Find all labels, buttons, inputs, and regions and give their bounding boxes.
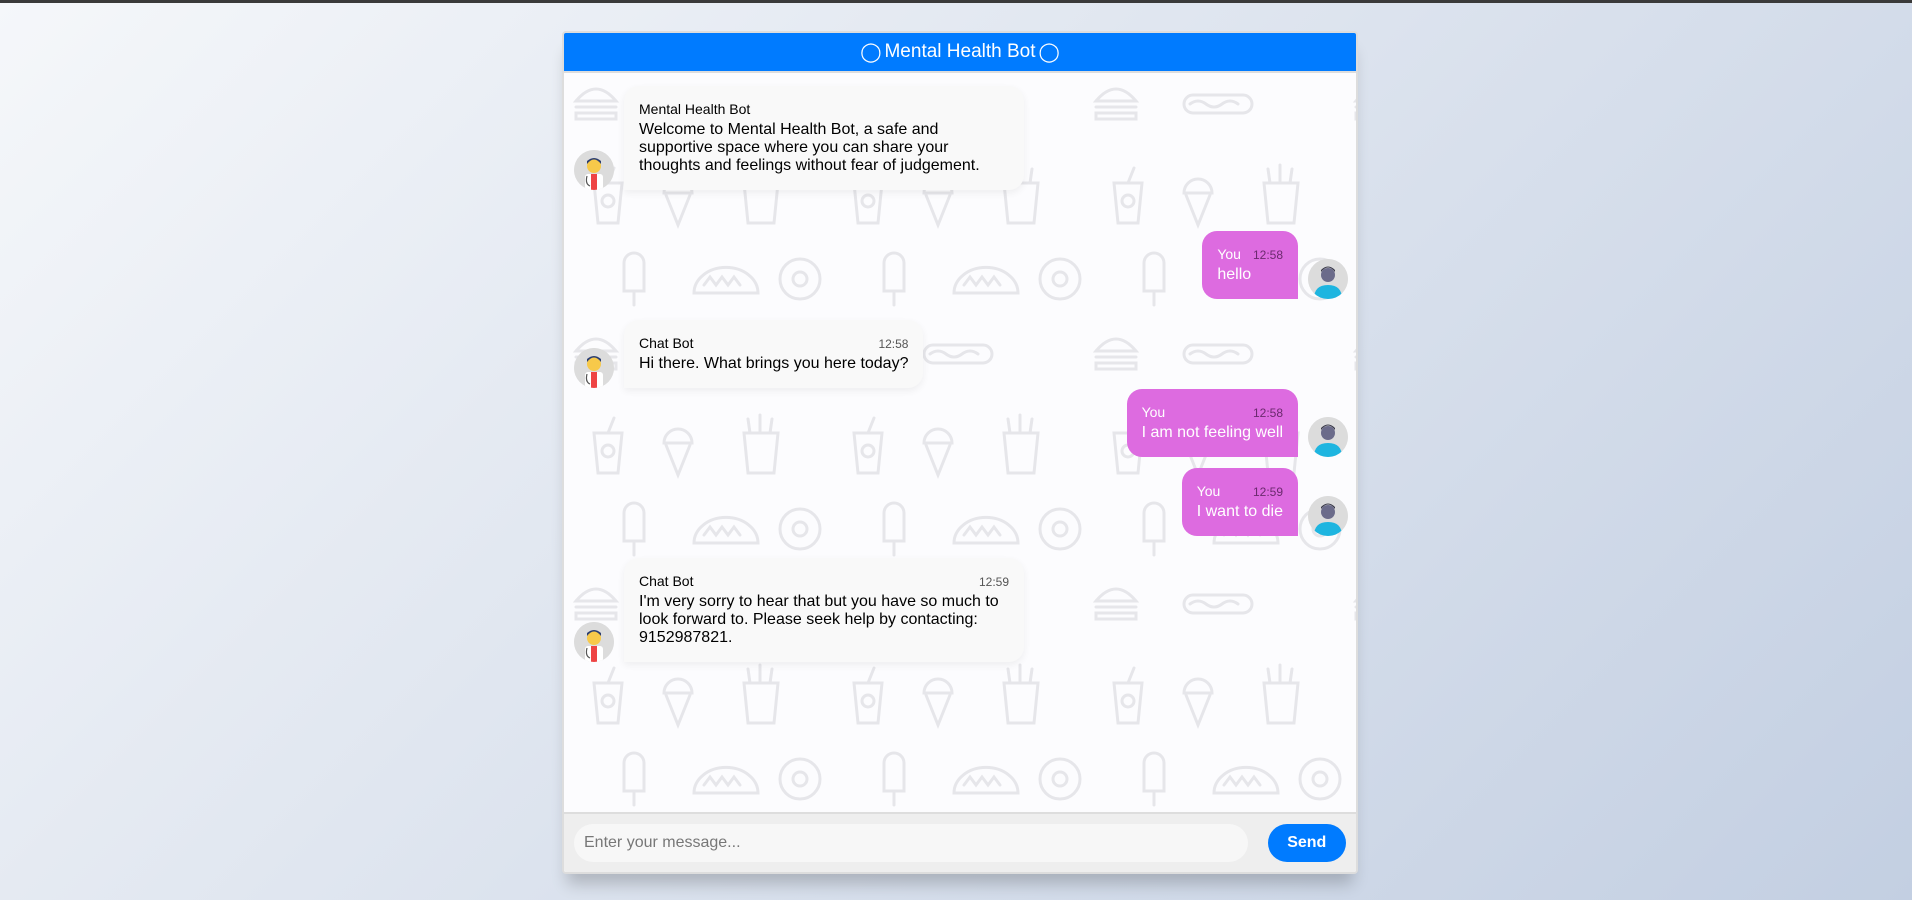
message-text: hello — [1217, 266, 1252, 283]
doctor-avatar-icon — [574, 150, 614, 190]
sender-name: Chat Bot — [639, 573, 694, 589]
user-avatar-icon — [1308, 259, 1348, 299]
user-avatar-icon — [1308, 496, 1348, 536]
message-time: 12:58 — [1252, 406, 1283, 420]
doctor-avatar-icon — [574, 622, 614, 662]
user-message: You 12:58 hello — [1202, 231, 1348, 299]
message-input[interactable] — [574, 824, 1248, 862]
user-message: You 12:58 I am not feeling well — [1126, 389, 1348, 457]
circle-outline-icon: ◯ — [860, 41, 882, 63]
sender-name: Mental Health Bot — [639, 101, 751, 117]
doctor-avatar-icon — [574, 348, 614, 388]
circle-outline-icon: ◯ — [1038, 41, 1060, 63]
message-time: 12:58 — [878, 337, 909, 351]
sender-name: You — [1217, 246, 1241, 262]
message-text: I want to die — [1196, 503, 1283, 520]
message-bubble: You 12:59 I want to die — [1181, 468, 1298, 536]
chat-window: ◯ Mental Health Bot ◯ Mental Health Bot … — [562, 31, 1358, 874]
message-text: Hi there. What brings you here today? — [639, 355, 909, 372]
message-text: I'm very sorry to hear that but you have… — [639, 593, 999, 646]
chat-messages[interactable]: Mental Health Bot Welcome to Mental Heal… — [564, 73, 1356, 814]
message-text: I am not feeling well — [1141, 424, 1283, 441]
message-bubble: Chat Bot 12:59 I'm very sorry to hear th… — [624, 558, 1024, 662]
send-button[interactable]: Send — [1267, 824, 1346, 862]
bot-message: Mental Health Bot Welcome to Mental Heal… — [574, 86, 1024, 190]
message-composer: Send — [564, 812, 1356, 872]
message-time: 12:59 — [978, 575, 1009, 589]
bot-message: Chat Bot 12:59 I'm very sorry to hear th… — [574, 558, 1024, 662]
message-text: Welcome to Mental Health Bot, a safe and… — [639, 121, 980, 174]
sender-name: Chat Bot — [639, 335, 694, 351]
user-message: You 12:59 I want to die — [1181, 468, 1348, 536]
sender-name: You — [1196, 483, 1221, 499]
message-time: 12:59 — [1252, 485, 1283, 499]
message-bubble: You 12:58 I am not feeling well — [1126, 389, 1298, 457]
sender-name: You — [1141, 404, 1166, 420]
bot-message: Chat Bot 12:58 Hi there. What brings you… — [574, 320, 924, 388]
user-avatar-icon — [1308, 417, 1348, 457]
message-bubble: Mental Health Bot Welcome to Mental Heal… — [624, 86, 1024, 190]
message-bubble: Chat Bot 12:58 Hi there. What brings you… — [624, 320, 924, 388]
message-bubble: You 12:58 hello — [1202, 231, 1298, 299]
chat-header: ◯ Mental Health Bot ◯ — [564, 33, 1356, 73]
message-time: 12:58 — [1252, 248, 1283, 262]
browser-top-bar — [0, 0, 1912, 3]
chat-title: Mental Health Bot — [884, 41, 1036, 62]
